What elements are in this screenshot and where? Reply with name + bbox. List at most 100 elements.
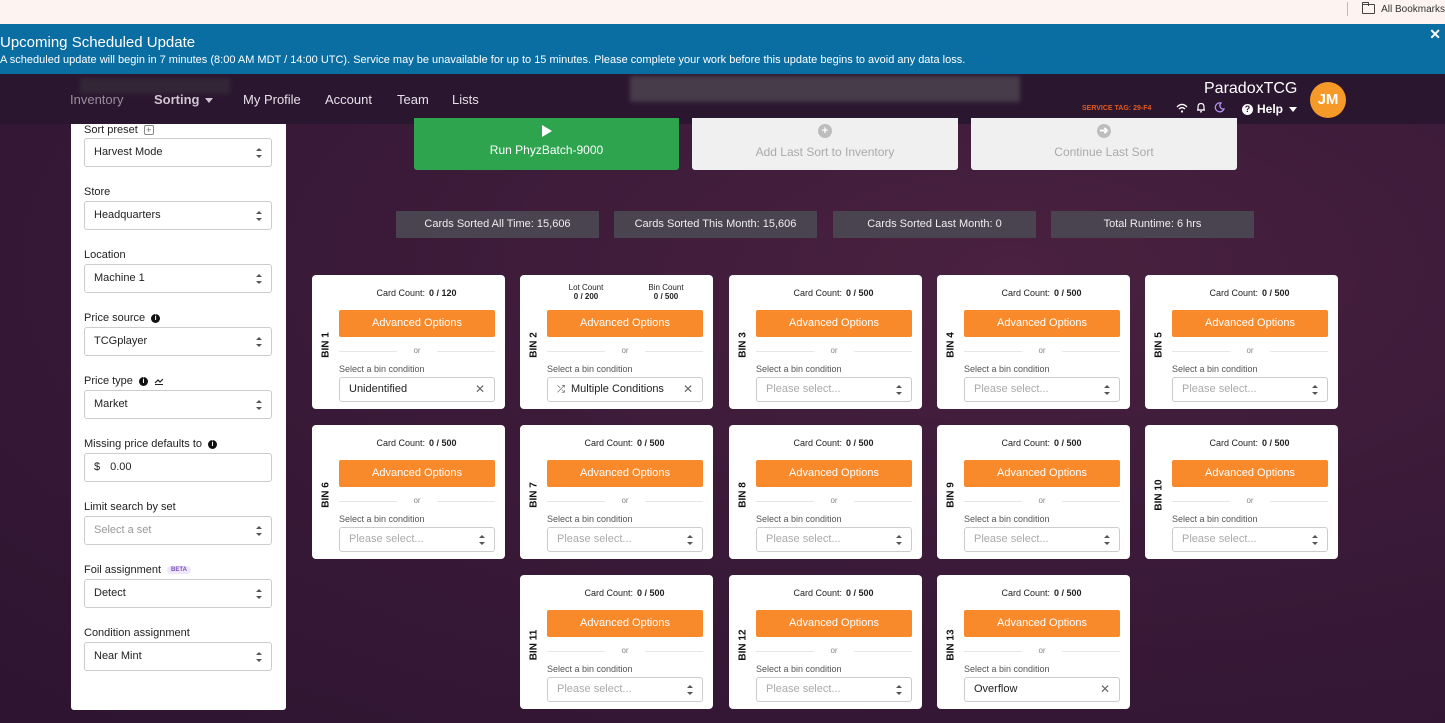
card-count-value: 0 / 500: [637, 588, 665, 598]
bin-condition-select[interactable]: Please select...: [964, 377, 1120, 402]
price-source-select[interactable]: TCGplayer: [84, 327, 272, 356]
bin-label: BIN 2: [522, 330, 546, 360]
clear-icon[interactable]: ✕: [683, 378, 693, 401]
condition-select[interactable]: Near Mint: [84, 642, 272, 671]
location-select[interactable]: Machine 1: [84, 264, 272, 293]
advanced-options-button[interactable]: Advanced Options: [964, 610, 1120, 637]
nav-team[interactable]: Team: [397, 92, 429, 107]
updown-icon: [1312, 535, 1318, 545]
card-count: Card Count: 0 / 500: [963, 588, 1120, 598]
nav-sorting[interactable]: Sorting: [154, 92, 213, 107]
nav-my-profile[interactable]: My Profile: [243, 92, 301, 107]
nav-lists[interactable]: Lists: [452, 92, 479, 107]
bin-card: BIN 7 Card Count: 0 / 500 Advanced Option…: [520, 425, 713, 559]
banner-title: Upcoming Scheduled Update: [0, 34, 196, 51]
advanced-options-button[interactable]: Advanced Options: [339, 460, 495, 487]
bell-icon[interactable]: [1196, 102, 1206, 113]
card-count-value: 0 / 500: [846, 438, 874, 448]
updown-icon: [687, 535, 693, 545]
or-divider: or: [1172, 496, 1328, 505]
bin-name: BIN 13: [945, 629, 957, 661]
info-icon[interactable]: i: [138, 376, 148, 386]
nav-inventory[interactable]: Inventory: [70, 92, 123, 107]
stat-this-month: Cards Sorted This Month: 15,606: [614, 211, 817, 238]
price-type-select[interactable]: Market: [84, 390, 272, 419]
or-divider: or: [964, 496, 1120, 505]
bin-condition-select[interactable]: Overflow ✕: [964, 677, 1120, 702]
advanced-options-button[interactable]: Advanced Options: [964, 460, 1120, 487]
bin-condition-select[interactable]: Please select...: [1172, 377, 1328, 402]
wifi-icon[interactable]: [1176, 103, 1188, 113]
advanced-options-button[interactable]: Advanced Options: [547, 610, 703, 637]
card-count: Card Count: 0 / 500: [546, 588, 703, 598]
bin-condition-select[interactable]: Please select...: [964, 527, 1120, 552]
or-divider: or: [964, 346, 1120, 355]
card-count-label: Card Count:: [1209, 288, 1258, 298]
help-menu[interactable]: ? Help: [1242, 102, 1298, 116]
advanced-options-button[interactable]: Advanced Options: [339, 310, 495, 337]
info-icon[interactable]: i: [151, 313, 161, 323]
card-count: Card Count: 0 / 500: [963, 438, 1120, 448]
advanced-options-button[interactable]: Advanced Options: [1172, 460, 1328, 487]
bin-count: Bin Count 0 / 500: [626, 283, 706, 301]
updown-icon: [1104, 535, 1110, 545]
bin-label: BIN 1: [314, 330, 338, 360]
card-count-value: 0 / 120: [429, 288, 457, 298]
blurred-overlay: [630, 76, 1020, 102]
bin-name: BIN 10: [1153, 479, 1165, 511]
card-count-label: Card Count:: [584, 438, 633, 448]
bin-name: BIN 11: [528, 629, 540, 661]
advanced-options-button[interactable]: Advanced Options: [964, 310, 1120, 337]
continue-last-sort-button[interactable]: ➜ Continue Last Sort: [971, 118, 1237, 170]
advanced-options-button[interactable]: Advanced Options: [756, 460, 912, 487]
clear-icon[interactable]: ✕: [1100, 678, 1110, 701]
advanced-options-button[interactable]: Advanced Options: [547, 460, 703, 487]
bin-condition-select[interactable]: Unidentified ✕: [339, 377, 495, 402]
sort-preset-select[interactable]: Harvest Mode: [84, 138, 272, 167]
bin-condition-select[interactable]: Please select...: [756, 377, 912, 402]
card-count-value: 0 / 500: [1054, 288, 1082, 298]
foil-select[interactable]: Detect: [84, 579, 272, 608]
limit-search-select[interactable]: Select a set: [84, 516, 272, 545]
bin-condition-select[interactable]: ⤮ Multiple Conditions ✕: [547, 377, 703, 402]
currency-symbol: $: [94, 461, 101, 473]
price-source-label: Price source i: [84, 312, 161, 324]
bin-card: BIN 4 Card Count: 0 / 500 Advanced Option…: [937, 275, 1130, 409]
bin-card: BIN 9 Card Count: 0 / 500 Advanced Option…: [937, 425, 1130, 559]
bin-condition-select[interactable]: Please select...: [547, 527, 703, 552]
run-batch-button[interactable]: Run PhyzBatch-9000: [414, 118, 679, 170]
all-bookmarks-link[interactable]: All Bookmarks: [1347, 2, 1445, 16]
avatar[interactable]: JM: [1310, 82, 1346, 118]
advanced-options-button[interactable]: Advanced Options: [1172, 310, 1328, 337]
missing-price-label: Missing price defaults to i: [84, 438, 217, 450]
store-select[interactable]: Headquarters: [84, 201, 272, 230]
close-icon[interactable]: ✕: [1429, 26, 1441, 43]
bin-condition-select[interactable]: Please select...: [1172, 527, 1328, 552]
clear-icon[interactable]: ✕: [475, 378, 485, 401]
bin-condition-select[interactable]: Please select...: [339, 527, 495, 552]
bin-label: BIN 6: [314, 480, 338, 510]
add-last-sort-button[interactable]: + Add Last Sort to Inventory: [692, 118, 958, 170]
bin-card: BIN 13 Card Count: 0 / 500 Advanced Optio…: [937, 575, 1130, 709]
missing-price-input[interactable]: $0.00: [84, 453, 272, 482]
bin-label: BIN 11: [522, 629, 546, 661]
bin-label: BIN 4: [939, 330, 963, 360]
bin-name: BIN 9: [945, 482, 957, 508]
moon-icon[interactable]: [1214, 102, 1225, 113]
advanced-options-button[interactable]: Advanced Options: [756, 610, 912, 637]
card-count-value: 0 / 500: [1054, 438, 1082, 448]
plus-icon[interactable]: +: [143, 125, 154, 135]
service-tag: SERVICE TAG: 29-F4: [1082, 105, 1152, 112]
info-icon[interactable]: i: [208, 439, 217, 449]
advanced-options-button[interactable]: Advanced Options: [756, 310, 912, 337]
bin-condition-label: Select a bin condition: [547, 364, 633, 374]
bin-condition-select[interactable]: Please select...: [547, 677, 703, 702]
nav-account[interactable]: Account: [325, 92, 372, 107]
sort-preset-value: Harvest Mode: [94, 146, 163, 158]
price-type-label-text: Price type: [84, 375, 133, 387]
bin-condition-select[interactable]: Please select...: [756, 527, 912, 552]
advanced-options-button[interactable]: Advanced Options: [547, 310, 703, 337]
trend-icon[interactable]: [154, 377, 164, 385]
card-count-value: 0 / 500: [1054, 588, 1082, 598]
bin-condition-select[interactable]: Please select...: [756, 677, 912, 702]
